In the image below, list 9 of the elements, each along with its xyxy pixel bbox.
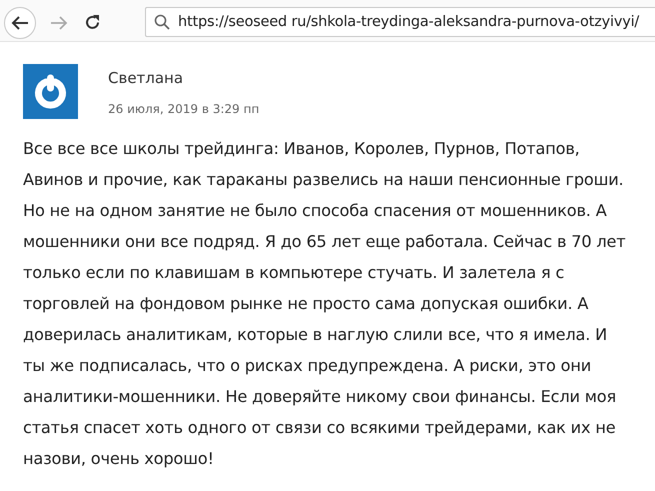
comment-text: Все все все школы трейдинга: Иванов, Королев, Пурнов, Потапов, Авинов и прочие, как тараканы развелись на наши пенсионные гроши. Но не на одном занятие не было способа спасения от мошенников. А мошенники они все подряд. Я до 65 лет еще работала. Сейчас в 70 лет только если по клавишам в компьютере стучать. И залетела я с торговлей на фондовом рынке не просто сама допуская ошибки. А доверилась аналитикам, которые в наглую слили все, что я имела. И ты же подписалась, что о рисках предупреждена. А риски, это они аналитики-мошенники. Не доверяйте никому свои финансы. Если моя статья спасет хоть одного от связи со всякими трейдерами, как их не назови, очень хорошо! <box>23 138 627 470</box>
back-icon <box>11 14 29 30</box>
back-button[interactable] <box>4 6 36 38</box>
search-icon <box>154 14 170 30</box>
address-field[interactable]: https://seoseed ru/shkola-treydinga-aleksandra-purnova-otzyivyi/ <box>145 6 655 36</box>
comment-date: 26 июля, 2019 в 3:29 пп <box>108 102 260 116</box>
reload-icon[interactable] <box>84 14 101 31</box>
author-name: Светлана <box>108 69 184 87</box>
avatar-icon <box>23 64 78 119</box>
